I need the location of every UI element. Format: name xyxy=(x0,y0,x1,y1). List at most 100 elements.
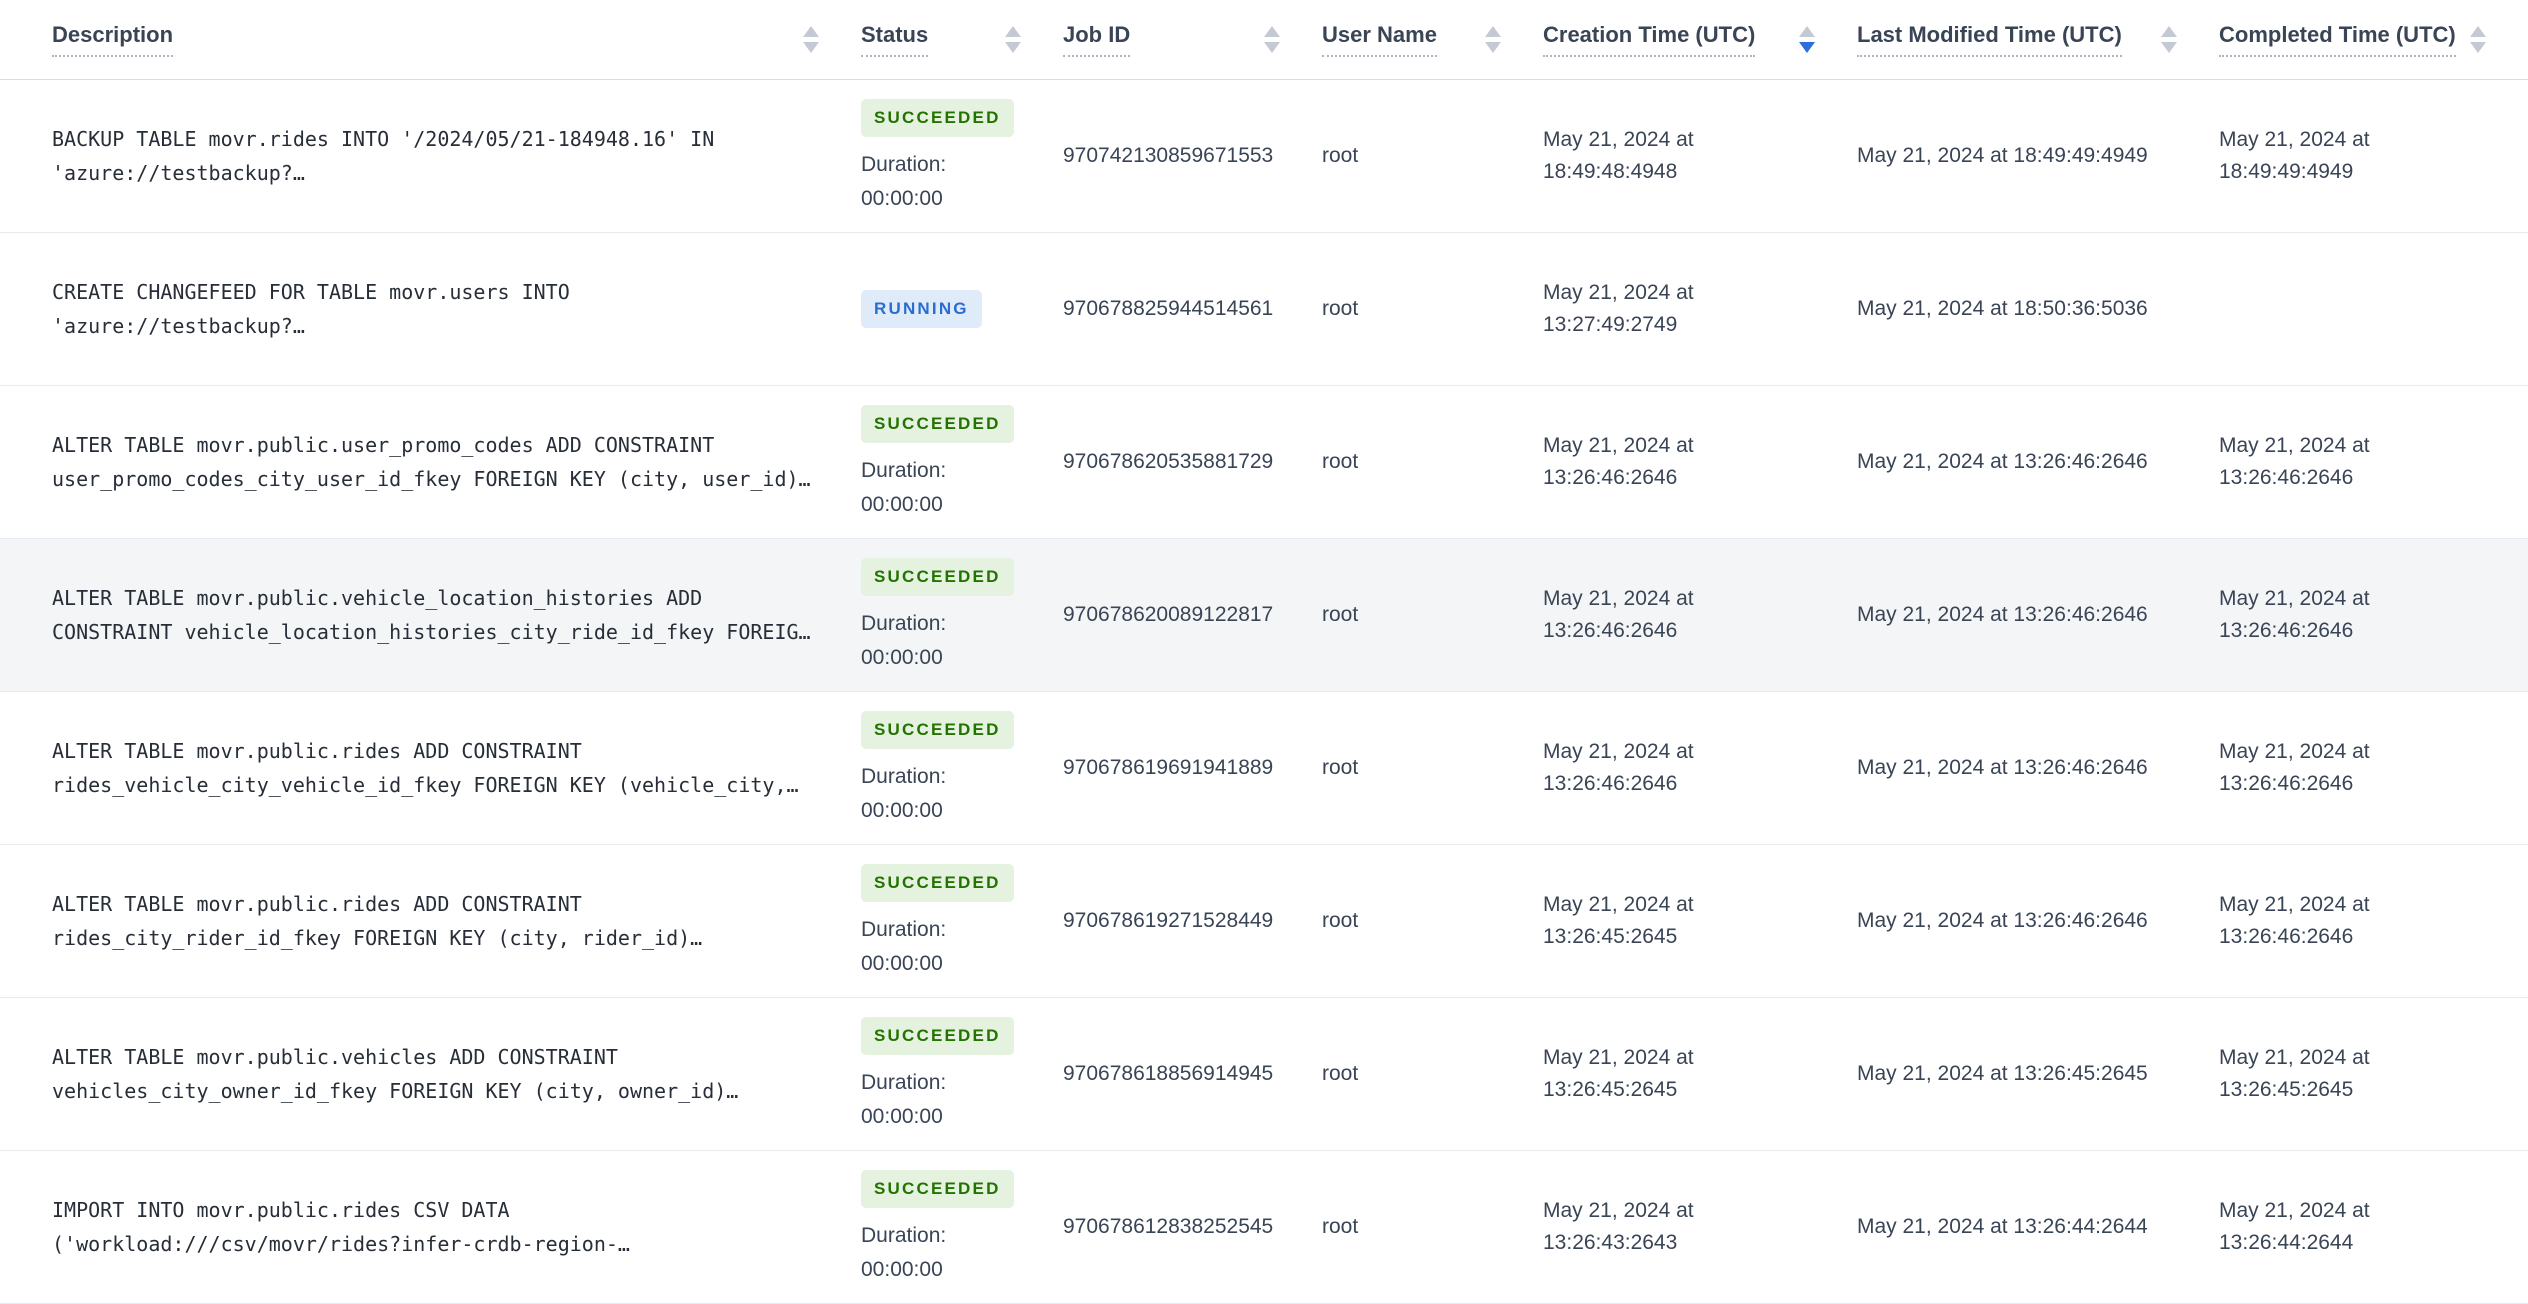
creation-time: May 21, 2024 at 13:27:49:2749 xyxy=(1543,281,1694,336)
creation-time: May 21, 2024 at 18:49:48:4948 xyxy=(1543,128,1694,183)
completed-time: May 21, 2024 at 13:26:45:2645 xyxy=(2219,1046,2370,1101)
duration-value: 00:00:00 xyxy=(861,645,943,669)
column-header-status[interactable]: Status xyxy=(861,0,1063,79)
job-description-link[interactable]: ALTER TABLE movr.public.vehicle_location… xyxy=(0,581,861,649)
creation-time: May 21, 2024 at 13:26:46:2646 xyxy=(1543,740,1694,795)
sort-up-arrow-icon xyxy=(1264,26,1280,37)
completed-time: May 21, 2024 at 13:26:46:2646 xyxy=(2219,893,2370,948)
sort-up-arrow-icon xyxy=(2161,26,2177,37)
job-duration: Duration: 00:00:00 xyxy=(861,605,946,673)
job-duration: Duration: 00:00:00 xyxy=(861,1064,946,1132)
creation-time: May 21, 2024 at 13:26:45:2645 xyxy=(1543,1046,1694,1101)
sort-icon[interactable] xyxy=(1799,26,1815,53)
duration-value: 00:00:00 xyxy=(861,492,943,516)
table-row[interactable]: ALTER TABLE movr.public.rides ADD CONSTR… xyxy=(0,692,2528,845)
duration-label: Duration: xyxy=(861,152,947,176)
column-header-label: Job ID xyxy=(1063,22,1131,57)
creation-time: May 21, 2024 at 13:26:46:2646 xyxy=(1543,434,1694,489)
status-badge: SUCCEEDED xyxy=(861,1169,1014,1208)
column-header-label: Creation Time (UTC) xyxy=(1543,22,1756,57)
column-header-description[interactable]: Description xyxy=(0,0,861,79)
sort-icon[interactable] xyxy=(2470,26,2486,53)
job-description-link[interactable]: ALTER TABLE movr.public.rides ADD CONSTR… xyxy=(0,734,861,802)
status-badge: SUCCEEDED xyxy=(861,557,1014,596)
column-header-job-id[interactable]: Job ID xyxy=(1063,0,1322,79)
job-description-link[interactable]: BACKUP TABLE movr.rides INTO '/2024/05/2… xyxy=(0,122,861,190)
user-name: root xyxy=(1322,450,1359,473)
column-header-user-name[interactable]: User Name xyxy=(1322,0,1543,79)
table-row[interactable]: CREATE CHANGEFEED FOR TABLE movr.users I… xyxy=(0,233,2528,386)
job-description-link[interactable]: IMPORT INTO movr.public.rides CSV DATA (… xyxy=(0,1193,861,1261)
sort-icon[interactable] xyxy=(1485,26,1501,53)
job-duration: Duration: 00:00:00 xyxy=(861,146,946,214)
job-status-cell: SUCCEEDED Duration: 00:00:00 xyxy=(861,1016,1063,1132)
job-description-link[interactable]: CREATE CHANGEFEED FOR TABLE movr.users I… xyxy=(0,275,861,343)
table-row[interactable]: ALTER TABLE movr.public.vehicles ADD CON… xyxy=(0,998,2528,1151)
column-header-last-modified-time[interactable]: Last Modified Time (UTC) xyxy=(1857,0,2219,79)
table-row[interactable]: ALTER TABLE movr.public.vehicle_location… xyxy=(0,539,2528,692)
job-description-link[interactable]: ALTER TABLE movr.public.vehicles ADD CON… xyxy=(0,1040,861,1108)
table-row[interactable]: ALTER TABLE movr.public.rides ADD CONSTR… xyxy=(0,845,2528,998)
sort-down-arrow-icon xyxy=(1485,42,1501,53)
duration-label: Duration: xyxy=(861,458,947,482)
sort-up-arrow-icon xyxy=(803,26,819,37)
table-header-row: Description Status Job ID User Name Crea… xyxy=(0,0,2528,80)
duration-label: Duration: xyxy=(861,1070,947,1094)
last-modified-time: May 21, 2024 at 13:26:45:2645 xyxy=(1857,1062,2148,1085)
job-duration: Duration: 00:00:00 xyxy=(861,452,946,520)
user-name: root xyxy=(1322,297,1359,320)
duration-value: 00:00:00 xyxy=(861,951,943,975)
sort-icon[interactable] xyxy=(1005,26,1021,53)
duration-value: 00:00:00 xyxy=(861,186,943,210)
last-modified-time: May 21, 2024 at 18:49:49:4949 xyxy=(1857,144,2148,167)
sort-up-arrow-icon xyxy=(1485,26,1501,37)
completed-time: May 21, 2024 at 13:26:44:2644 xyxy=(2219,1199,2370,1254)
last-modified-time: May 21, 2024 at 13:26:44:2644 xyxy=(1857,1215,2148,1238)
creation-time: May 21, 2024 at 13:26:43:2643 xyxy=(1543,1199,1694,1254)
sort-up-arrow-icon xyxy=(1799,26,1815,37)
job-status-cell: SUCCEEDED Duration: 00:00:00 xyxy=(861,98,1063,214)
user-name: root xyxy=(1322,756,1359,779)
sort-down-arrow-icon xyxy=(1799,42,1815,53)
completed-time: May 21, 2024 at 18:49:49:4949 xyxy=(2219,128,2370,183)
sort-up-arrow-icon xyxy=(1005,26,1021,37)
job-status-cell: SUCCEEDED Duration: 00:00:00 xyxy=(861,863,1063,979)
duration-label: Duration: xyxy=(861,1223,947,1247)
status-badge: SUCCEEDED xyxy=(861,1016,1014,1055)
completed-time: May 21, 2024 at 13:26:46:2646 xyxy=(2219,740,2370,795)
job-status-cell: SUCCEEDED Duration: 00:00:00 xyxy=(861,710,1063,826)
sort-down-arrow-icon xyxy=(1264,42,1280,53)
column-header-completed-time[interactable]: Completed Time (UTC) xyxy=(2219,0,2528,79)
column-header-label: Status xyxy=(861,22,929,57)
jobs-table: Description Status Job ID User Name Crea… xyxy=(0,0,2528,1304)
job-id: 970742130859671553 xyxy=(1063,144,1274,167)
column-header-label: Completed Time (UTC) xyxy=(2219,22,2456,57)
duration-label: Duration: xyxy=(861,611,947,635)
completed-time: May 21, 2024 at 13:26:46:2646 xyxy=(2219,587,2370,642)
column-header-label: Description xyxy=(52,22,174,57)
creation-time: May 21, 2024 at 13:26:45:2645 xyxy=(1543,893,1694,948)
table-row[interactable]: IMPORT INTO movr.public.rides CSV DATA (… xyxy=(0,1151,2528,1304)
job-duration: Duration: 00:00:00 xyxy=(861,1217,946,1285)
sort-down-arrow-icon xyxy=(2470,42,2486,53)
last-modified-time: May 21, 2024 at 13:26:46:2646 xyxy=(1857,909,2148,932)
sort-icon[interactable] xyxy=(2161,26,2177,53)
job-description-link[interactable]: ALTER TABLE movr.public.rides ADD CONSTR… xyxy=(0,887,861,955)
job-id: 970678619691941889 xyxy=(1063,756,1274,779)
job-description-link[interactable]: ALTER TABLE movr.public.user_promo_codes… xyxy=(0,428,861,496)
last-modified-time: May 21, 2024 at 13:26:46:2646 xyxy=(1857,756,2148,779)
status-badge: SUCCEEDED xyxy=(861,404,1014,443)
table-row[interactable]: BACKUP TABLE movr.rides INTO '/2024/05/2… xyxy=(0,80,2528,233)
sort-icon[interactable] xyxy=(1264,26,1280,53)
duration-label: Duration: xyxy=(861,764,947,788)
table-row[interactable]: ALTER TABLE movr.public.user_promo_codes… xyxy=(0,386,2528,539)
sort-down-arrow-icon xyxy=(1005,42,1021,53)
user-name: root xyxy=(1322,1062,1359,1085)
last-modified-time: May 21, 2024 at 13:26:46:2646 xyxy=(1857,450,2148,473)
sort-icon[interactable] xyxy=(803,26,819,53)
column-header-creation-time[interactable]: Creation Time (UTC) xyxy=(1543,0,1857,79)
column-header-label: Last Modified Time (UTC) xyxy=(1857,22,2122,57)
status-badge: SUCCEEDED xyxy=(861,98,1014,137)
sort-up-arrow-icon xyxy=(2470,26,2486,37)
job-id: 970678620089122817 xyxy=(1063,603,1274,626)
